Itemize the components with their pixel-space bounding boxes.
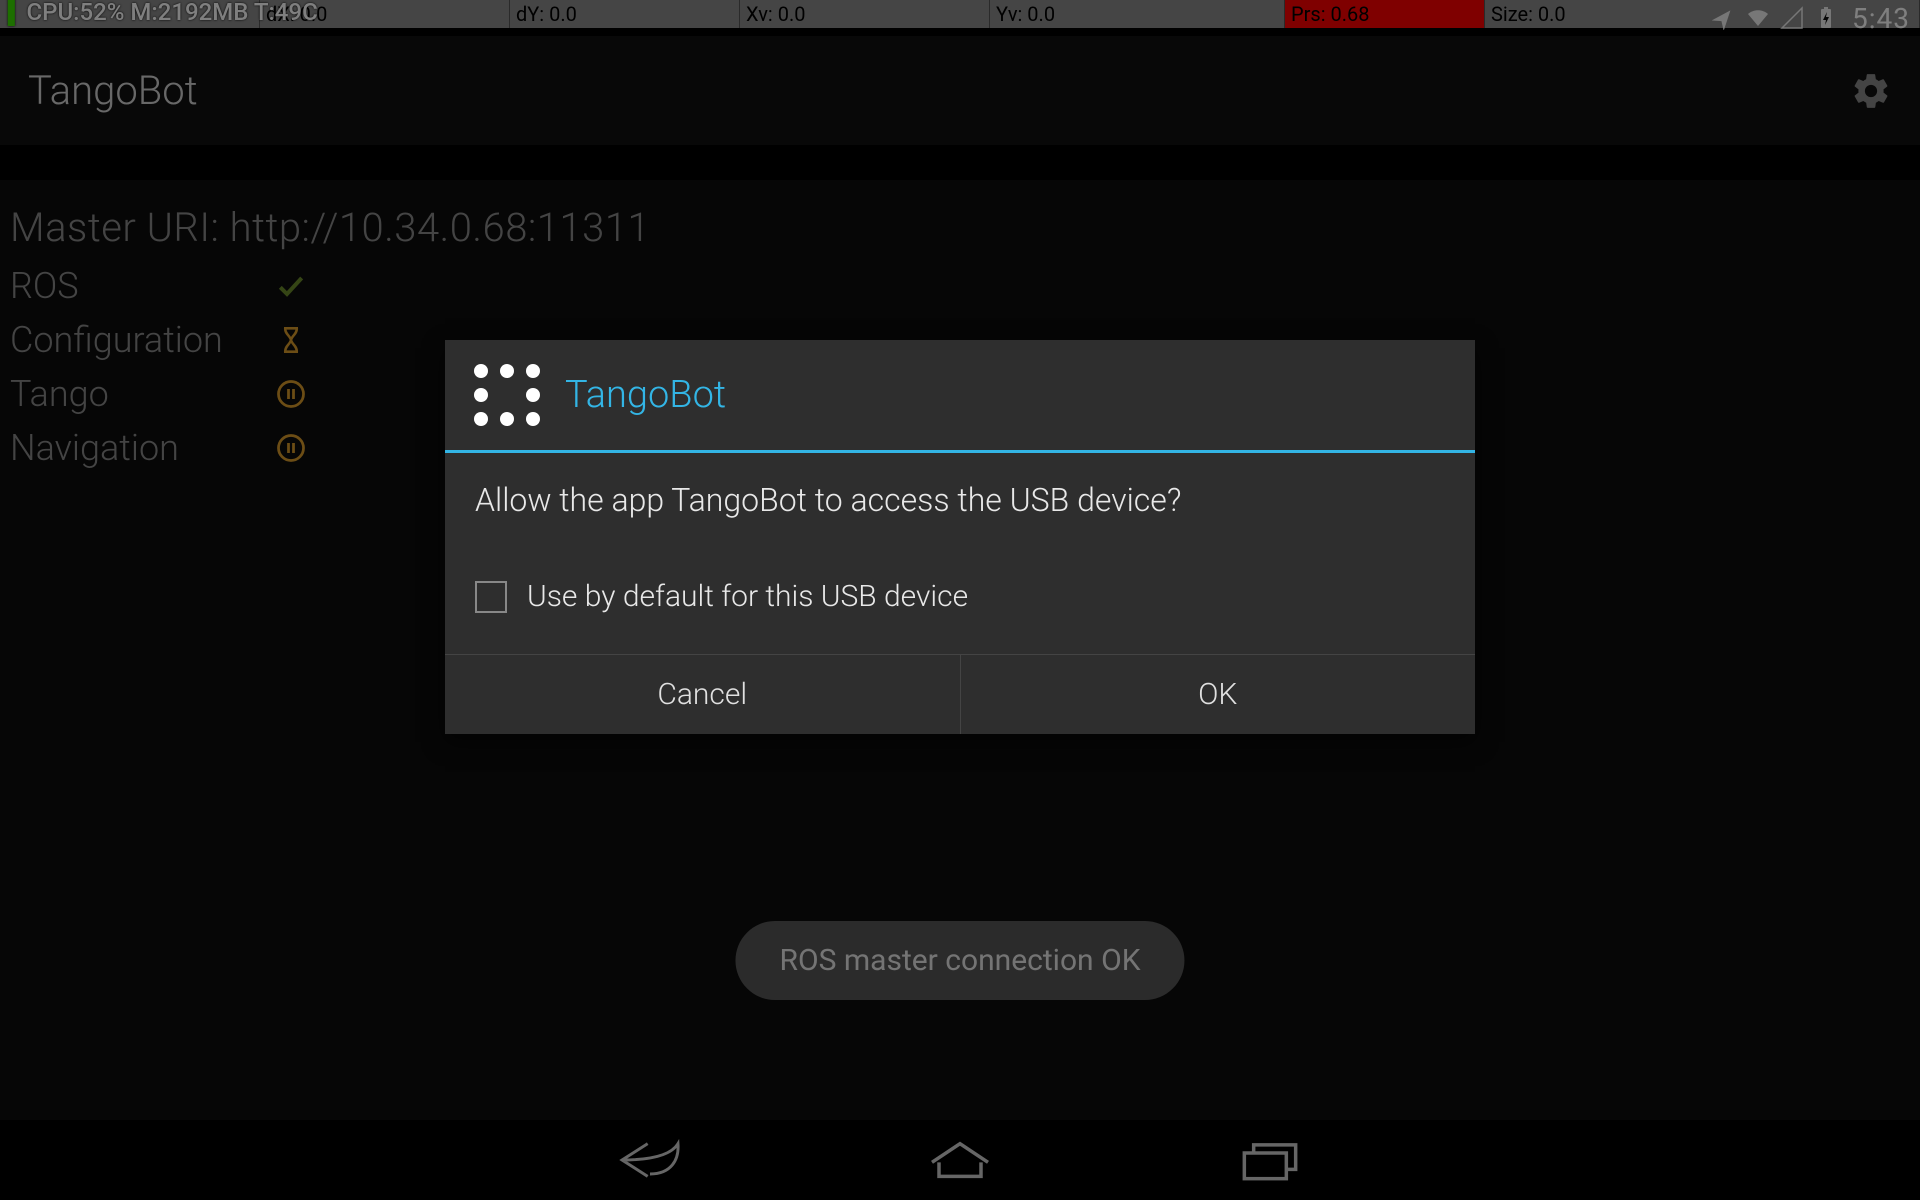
dialog-message: Allow the app TangoBot to access the USB… <box>475 481 1445 519</box>
dialog-title: TangoBot <box>565 373 726 417</box>
app-grid-icon <box>473 364 541 426</box>
usb-permission-dialog: TangoBot Allow the app TangoBot to acces… <box>445 340 1475 734</box>
ok-button[interactable]: OK <box>960 655 1476 734</box>
dialog-header: TangoBot <box>445 340 1475 450</box>
cancel-button[interactable]: Cancel <box>445 655 960 734</box>
dialog-body: Allow the app TangoBot to access the USB… <box>445 453 1475 654</box>
dialog-buttons: Cancel OK <box>445 654 1475 734</box>
dialog-checkbox[interactable] <box>475 581 507 613</box>
dialog-checkbox-row[interactable]: Use by default for this USB device <box>475 579 1445 614</box>
dialog-checkbox-label: Use by default for this USB device <box>527 579 968 614</box>
